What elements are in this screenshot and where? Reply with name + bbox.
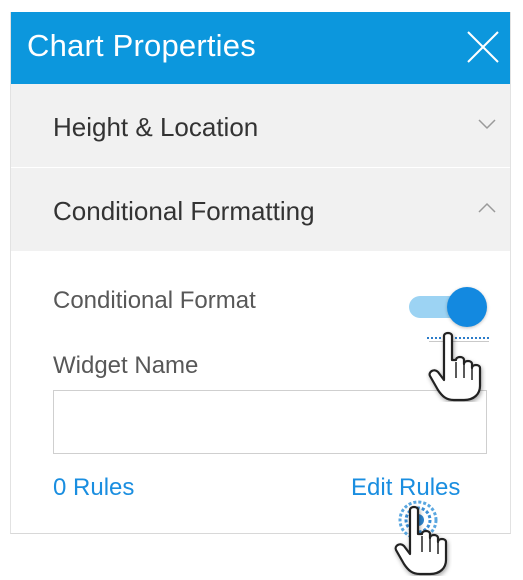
hand-pointer-click-cursor (394, 505, 448, 576)
chevron-down-icon (478, 119, 496, 130)
hand-pointer-cursor (428, 331, 482, 402)
toggle-knob (447, 287, 487, 327)
close-button[interactable] (464, 28, 502, 66)
section-label-height-location: Height & Location (53, 112, 259, 142)
close-icon (467, 31, 499, 63)
widget-name-label: Widget Name (53, 352, 199, 379)
rules-count-link[interactable]: 0 Rules (53, 474, 134, 502)
panel-title: Chart Properties (27, 28, 256, 63)
conditional-format-toggle[interactable] (409, 287, 487, 327)
section-height-location[interactable]: Height & Location (11, 84, 510, 168)
panel-header: Chart Properties (11, 12, 510, 84)
section-conditional-formatting[interactable]: Conditional Formatting (11, 168, 510, 252)
conditional-format-label: Conditional Format (53, 287, 256, 314)
section-label-conditional-formatting: Conditional Formatting (53, 196, 315, 226)
widget-name-input[interactable] (53, 390, 487, 454)
chevron-up-icon (478, 202, 496, 213)
chart-properties-panel: Chart Properties Height & Location Condi… (10, 12, 511, 534)
